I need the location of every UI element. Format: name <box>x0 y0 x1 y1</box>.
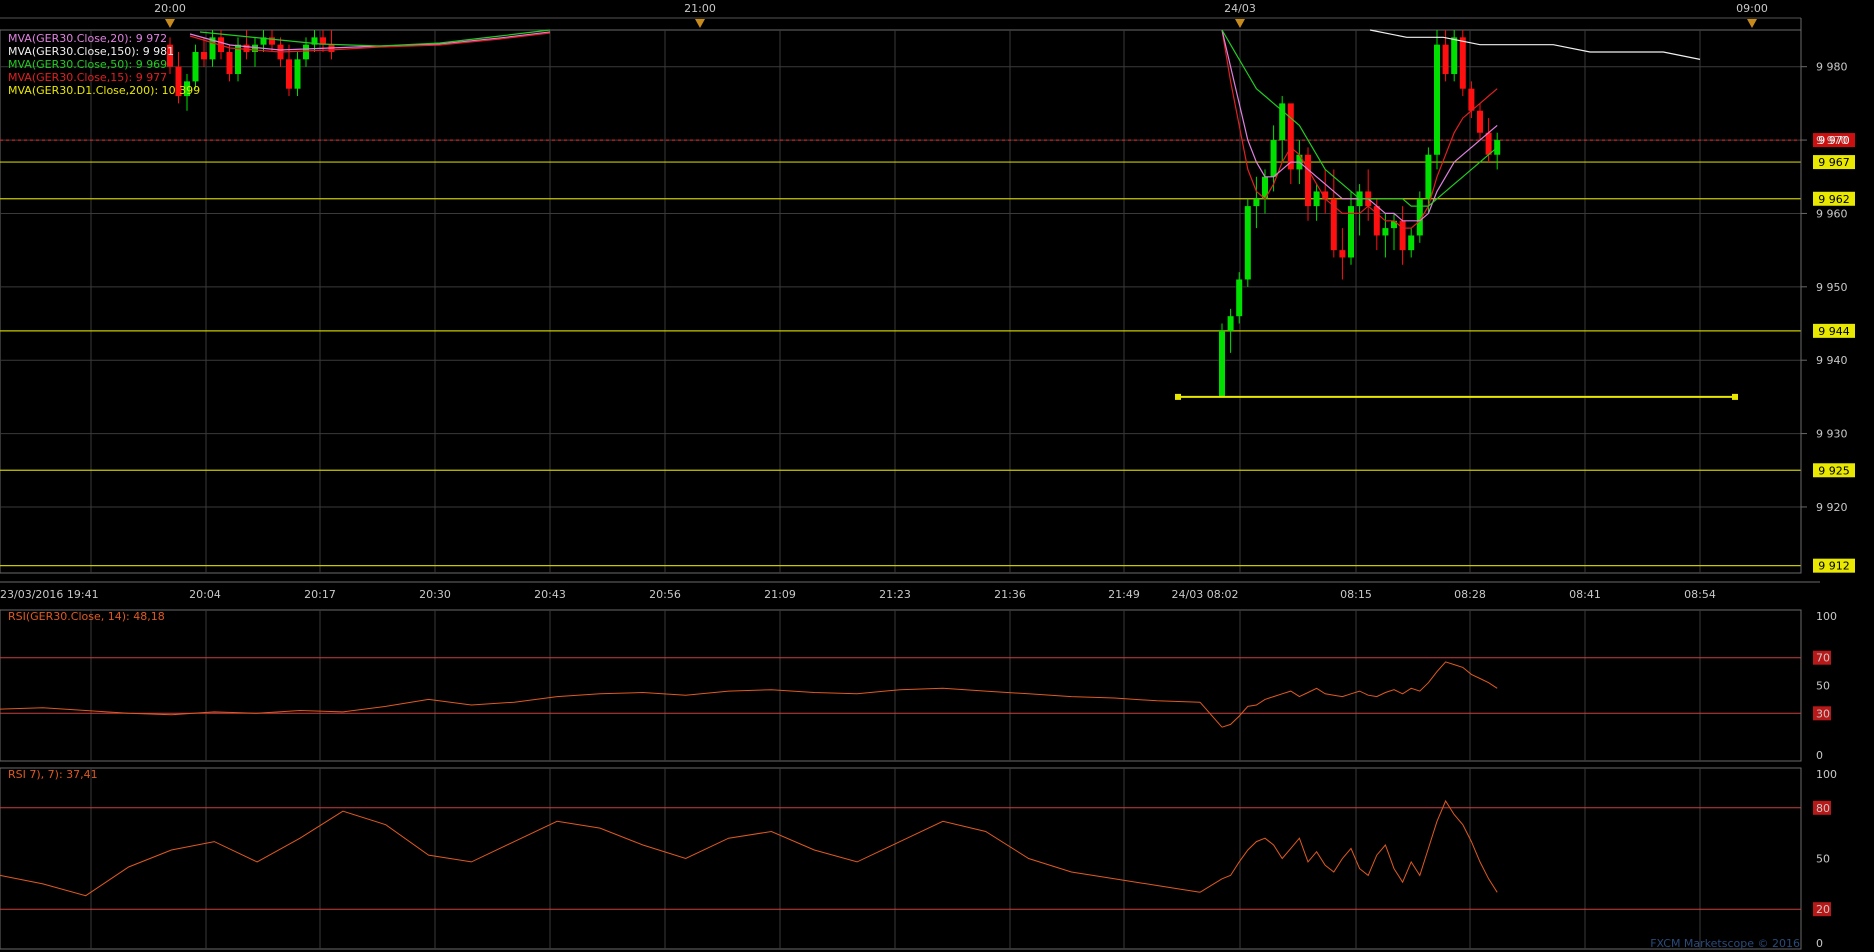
candle-body <box>1399 220 1406 251</box>
rsi-tick-label: 20 <box>1816 903 1830 916</box>
level-price-label: 9 962 <box>1818 193 1850 206</box>
legend-entry: MVA(GER30.D1.Close,200): 10 399 <box>8 84 200 97</box>
time-axis-label: 23/03/2016 19:41 <box>0 588 99 601</box>
chart-background <box>0 0 1874 952</box>
candle-body <box>1313 191 1320 207</box>
rsi-tick-label: 70 <box>1816 652 1830 665</box>
time-axis-label: 21:09 <box>764 588 796 601</box>
time-axis-label: 08:54 <box>1684 588 1716 601</box>
price-tick-label: 9 980 <box>1816 61 1848 74</box>
price-tick-label: 9 970 <box>1816 134 1848 147</box>
legend-entry: MVA(GER30.Close,20): 9 972 <box>8 32 167 45</box>
time-axis-label: 21:36 <box>994 588 1026 601</box>
candle-body <box>252 44 258 53</box>
candle-body <box>226 52 233 75</box>
trendline-handle-right <box>1732 393 1738 400</box>
rsi-tick-label: 0 <box>1816 937 1823 950</box>
level-price-label: 9 944 <box>1818 325 1850 338</box>
candle-body <box>1305 154 1311 207</box>
top-time-label: 20:00 <box>154 2 186 15</box>
trading-chart[interactable]: 20:00 21:00 24/03 09:00 9 967 9 962 9 944 9 92… <box>0 0 1874 952</box>
top-time-label: 24/03 <box>1224 2 1256 15</box>
level-price-label: 9 967 <box>1818 156 1850 169</box>
candle-body <box>1459 37 1466 89</box>
rsi-tick-label: 30 <box>1816 707 1830 720</box>
legend-entry: MVA(GER30.Close,150): 9 981 <box>8 45 174 58</box>
price-tick-label: 9 950 <box>1816 281 1848 294</box>
candle-body <box>1373 206 1380 236</box>
rsi-title: RSI 7), 7): 37,41 <box>8 768 98 781</box>
time-axis-label: 24/03 08:02 <box>1172 588 1239 601</box>
top-time-label: 21:00 <box>684 2 716 15</box>
rsi-tick-label: 100 <box>1816 610 1837 623</box>
price-tick-label: 9 960 <box>1816 207 1848 220</box>
top-time-label: 09:00 <box>1736 2 1768 15</box>
time-axis-label: 21:49 <box>1108 588 1140 601</box>
rsi-tick-label: 80 <box>1816 802 1830 815</box>
rsi-tick-label: 100 <box>1816 768 1837 781</box>
candle-body <box>1382 228 1389 236</box>
candle-body <box>1408 235 1415 251</box>
time-axis-label: 20:17 <box>304 588 336 601</box>
candle-body <box>201 52 207 60</box>
candle-body <box>1434 44 1440 155</box>
candle-body <box>1253 198 1260 207</box>
level-price-label: 9 925 <box>1818 464 1850 477</box>
candle-body <box>1477 110 1483 133</box>
trendline-handle-left <box>1175 393 1181 400</box>
time-axis-label: 08:15 <box>1340 588 1372 601</box>
time-axis-label: 08:28 <box>1454 588 1486 601</box>
rsi-tick-label: 50 <box>1816 680 1830 693</box>
candle-body <box>1270 140 1277 177</box>
time-axis-label: 20:43 <box>534 588 566 601</box>
candle-body <box>286 59 292 89</box>
candle-body <box>192 52 199 82</box>
watermark-text: FXCM Marketscope © 2016 <box>1650 937 1800 950</box>
candle-body <box>1244 206 1251 280</box>
legend-entry: MVA(GER30.Close,50): 9 969 <box>8 58 167 71</box>
time-axis-label: 20:56 <box>649 588 681 601</box>
candle-body <box>303 44 309 60</box>
time-axis-label: 20:04 <box>189 588 221 601</box>
time-axis-label: 08:41 <box>1569 588 1601 601</box>
candle-body <box>1287 103 1294 170</box>
candle-body <box>1485 132 1492 155</box>
candle-body <box>1468 88 1475 111</box>
price-tick-label: 9 940 <box>1816 354 1848 367</box>
candle-body <box>294 59 301 89</box>
candle-body <box>1339 250 1346 258</box>
candle-body <box>243 44 250 53</box>
candle-body <box>1451 37 1458 75</box>
legend-entry: MVA(GER30.Close,15): 9 977 <box>8 71 167 84</box>
time-axis-label: 20:30 <box>419 588 451 601</box>
price-tick-label: 9 920 <box>1816 501 1848 514</box>
time-axis-label: 21:23 <box>879 588 911 601</box>
rsi-tick-label: 0 <box>1816 749 1823 762</box>
candle-body <box>1425 154 1432 199</box>
candle-body <box>1227 316 1234 331</box>
candle-body <box>1442 44 1449 75</box>
price-tick-label: 9 930 <box>1816 428 1848 441</box>
candle-body <box>1219 330 1225 397</box>
rsi-title: RSI(GER30.Close, 14): 48,18 <box>8 610 165 623</box>
level-price-label: 9 912 <box>1818 560 1850 573</box>
rsi-tick-label: 50 <box>1816 853 1830 866</box>
candle-body <box>1236 279 1243 317</box>
